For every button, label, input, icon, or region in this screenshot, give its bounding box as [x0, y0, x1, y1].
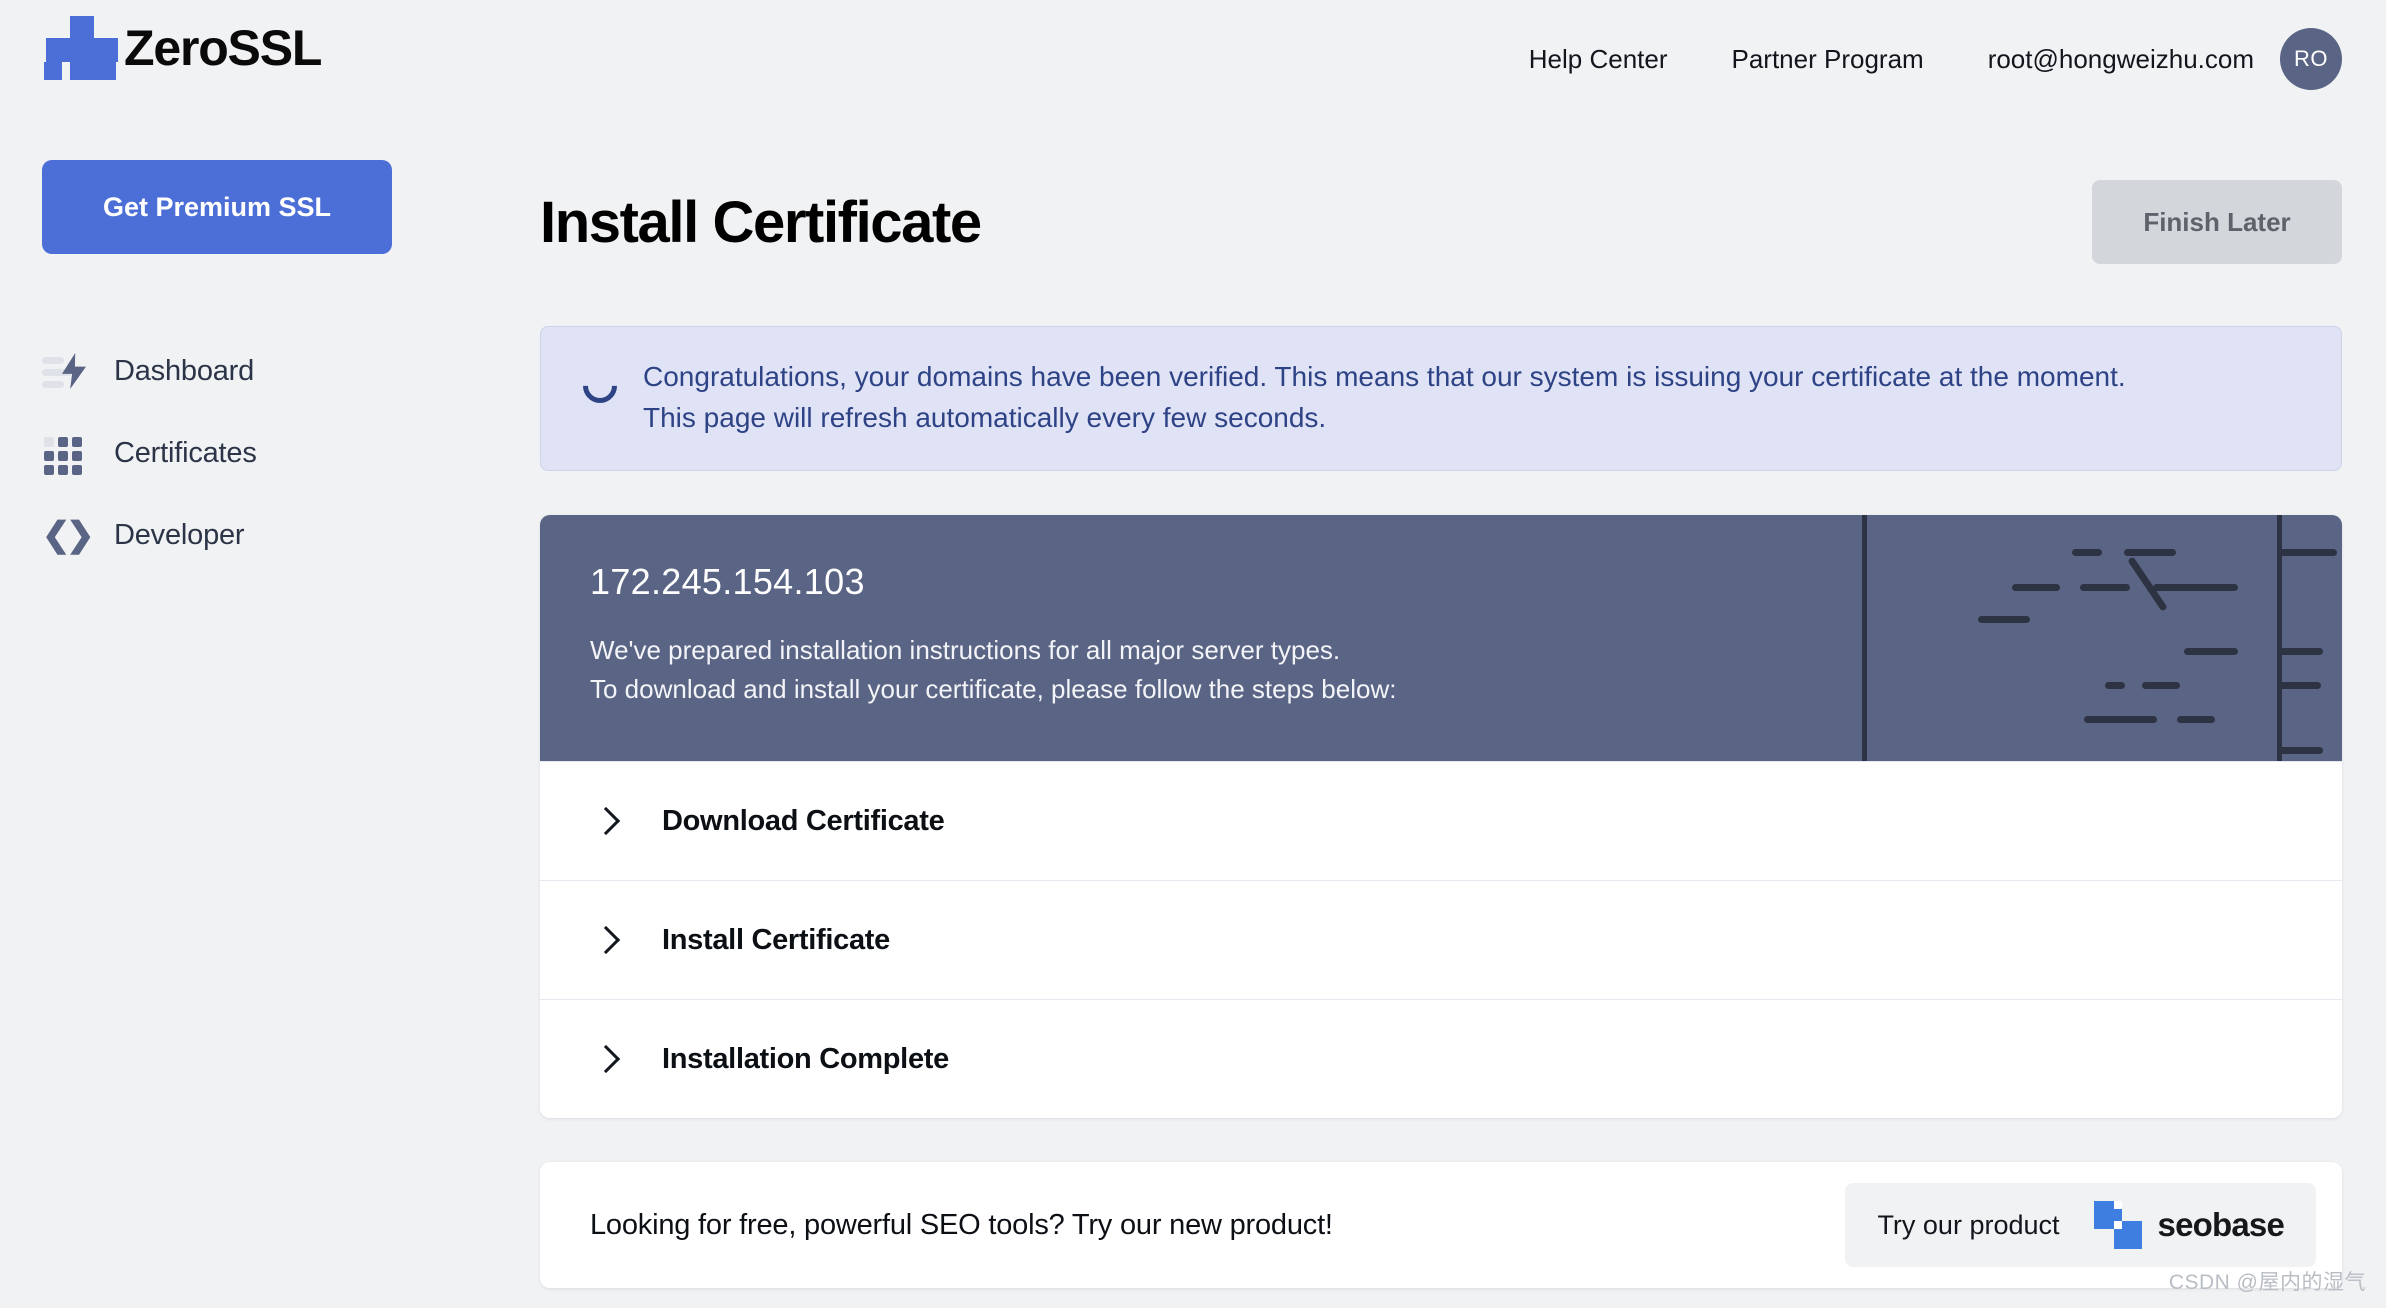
- decorative-code-illustration: [1862, 515, 2342, 762]
- sidebar-item-certificates[interactable]: Certificates: [0, 412, 540, 494]
- install-certificate-card: 172.245.154.103 We've prepared installat…: [540, 515, 2342, 1119]
- status-banner: Congratulations, your domains have been …: [540, 326, 2342, 472]
- status-banner-line-1: Congratulations, your domains have been …: [643, 361, 2126, 392]
- sidebar-item-label: Dashboard: [114, 354, 255, 387]
- grid-dots-icon: [42, 433, 88, 475]
- accordion-label: Install Certificate: [662, 923, 890, 956]
- promo-text: Looking for free, powerful SEO tools? Tr…: [590, 1208, 1333, 1241]
- brand-name: ZeroSSL: [124, 20, 322, 76]
- code-brackets-icon: ❮ ❯: [42, 516, 94, 554]
- status-banner-line-2: This page will refresh automatically eve…: [643, 401, 1327, 433]
- promo-card: Looking for free, powerful SEO tools? Tr…: [540, 1162, 2342, 1289]
- accordion-label: Download Certificate: [662, 804, 945, 837]
- watermark: CSDN @屋内的湿气: [2168, 1271, 2366, 1294]
- brand[interactable]: ZeroSSL: [44, 16, 322, 80]
- sidebar-item-label: Developer: [114, 518, 245, 551]
- get-premium-ssl-button[interactable]: Get Premium SSL: [42, 160, 392, 254]
- try-our-product-button[interactable]: Try our product seobase: [1845, 1183, 2316, 1268]
- page-header: Install Certificate Finish Later: [540, 162, 2386, 282]
- spinner-icon: [575, 361, 625, 411]
- seobase-squares-logo-icon: [2093, 1201, 2142, 1250]
- sidebar: Get Premium SSL Dashboard Certificates ❮…: [0, 160, 540, 576]
- accordion-row-install-certificate[interactable]: Install Certificate: [540, 880, 2342, 1000]
- sidebar-item-dashboard[interactable]: Dashboard: [0, 330, 540, 412]
- accordion-row-installation-complete[interactable]: Installation Complete: [540, 999, 2342, 1119]
- accordion-row-download-certificate[interactable]: Download Certificate: [540, 761, 2342, 881]
- finish-later-button[interactable]: Finish Later: [2092, 180, 2342, 264]
- chevron-right-icon: [591, 1045, 621, 1074]
- chevron-right-icon: [591, 807, 621, 836]
- try-our-product-label: Try our product: [1877, 1209, 2060, 1240]
- sidebar-item-developer[interactable]: ❮ ❯ Developer: [0, 494, 540, 576]
- chevron-right-icon: [591, 926, 621, 955]
- zerossl-cross-logo-icon: [44, 16, 118, 80]
- seobase-name: seobase: [2157, 1206, 2285, 1244]
- app-page: ZeroSSL Help Center Partner Program root…: [0, 0, 2386, 1308]
- sidebar-item-label: Certificates: [114, 436, 257, 469]
- main-content: Install Certificate Finish Later Congrat…: [540, 0, 2386, 1289]
- status-banner-text: Congratulations, your domains have been …: [643, 357, 2126, 438]
- sidebar-nav-list: Dashboard Certificates ❮ ❯ Developer: [0, 330, 540, 576]
- card-hero: 172.245.154.103 We've prepared installat…: [540, 515, 2342, 762]
- page-title: Install Certificate: [540, 189, 982, 255]
- dashboard-bolt-icon: [42, 351, 88, 391]
- accordion-label: Installation Complete: [662, 1042, 949, 1075]
